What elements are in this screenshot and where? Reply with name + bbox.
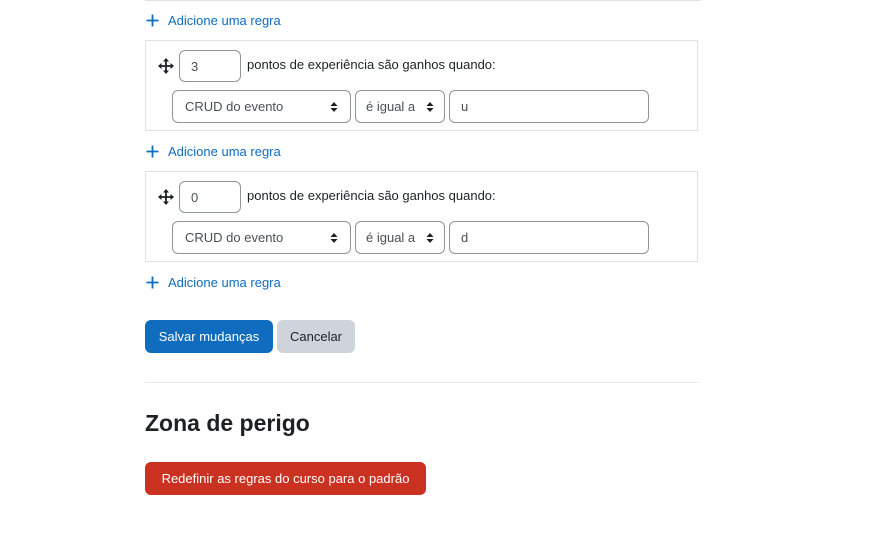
add-rule-link[interactable]: Adicione uma regra	[146, 141, 281, 161]
points-input[interactable]	[179, 181, 241, 213]
sort-caret-icon	[426, 101, 434, 112]
rule-box: pontos de experiência são ganhos quando:…	[145, 40, 698, 131]
points-label: pontos de experiência são ganhos quando:	[247, 188, 496, 203]
sort-caret-icon	[426, 232, 434, 243]
rule-value-input[interactable]	[449, 90, 649, 123]
move-icon[interactable]	[158, 58, 174, 74]
add-rule-label: Adicione uma regra	[168, 12, 281, 28]
points-input[interactable]	[179, 50, 241, 82]
event-field-value: CRUD do evento	[185, 99, 284, 114]
add-rule-link[interactable]: Adicione uma regra	[146, 10, 281, 30]
plus-icon	[146, 276, 159, 288]
event-field-select[interactable]: CRUD do evento	[172, 221, 351, 254]
cancel-button[interactable]: Cancelar	[277, 320, 355, 353]
danger-zone-title: Zona de perigo	[145, 410, 310, 436]
plus-icon	[146, 145, 159, 157]
add-rule-label: Adicione uma regra	[168, 274, 281, 290]
add-rule-link[interactable]: Adicione uma regra	[146, 272, 281, 292]
event-field-select[interactable]: CRUD do evento	[172, 90, 351, 123]
previous-rule-box-edge	[145, 0, 700, 1]
rule-box: pontos de experiência são ganhos quando:…	[145, 171, 698, 262]
save-button[interactable]: Salvar mudanças	[145, 320, 273, 353]
move-icon[interactable]	[158, 189, 174, 205]
sort-caret-icon	[330, 101, 338, 112]
plus-icon	[146, 14, 159, 26]
event-field-value: CRUD do evento	[185, 230, 284, 245]
add-rule-label: Adicione uma regra	[168, 143, 281, 159]
reset-rules-button[interactable]: Redefinir as regras do curso para o padr…	[145, 462, 426, 495]
operator-select[interactable]: é igual a	[355, 90, 445, 123]
rule-value-input[interactable]	[449, 221, 649, 254]
points-label: pontos de experiência são ganhos quando:	[247, 57, 496, 72]
section-divider	[145, 382, 700, 383]
operator-value: é igual a	[366, 99, 416, 114]
operator-select[interactable]: é igual a	[355, 221, 445, 254]
sort-caret-icon	[330, 232, 338, 243]
operator-value: é igual a	[366, 230, 416, 245]
